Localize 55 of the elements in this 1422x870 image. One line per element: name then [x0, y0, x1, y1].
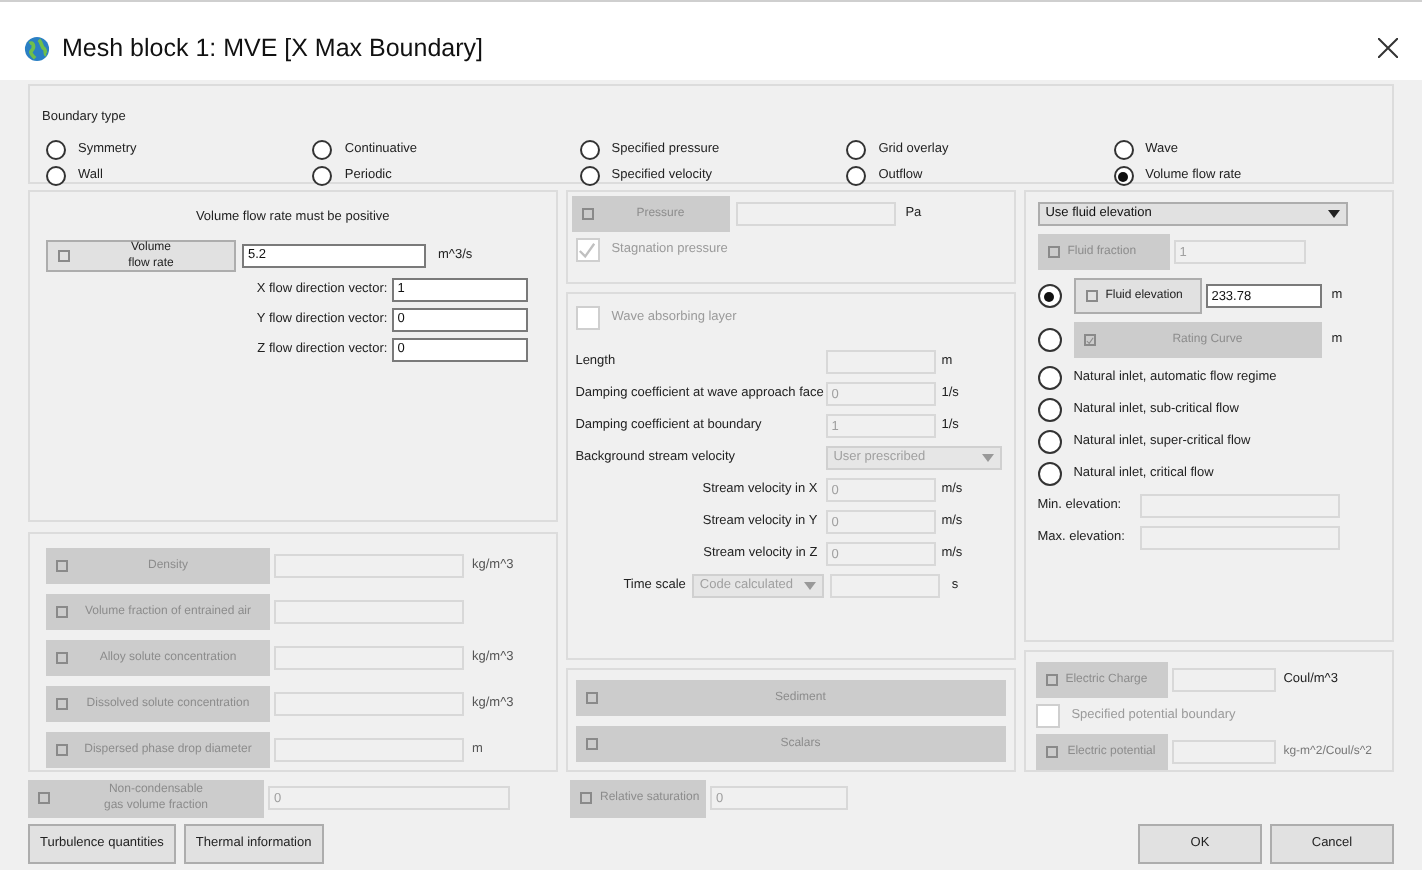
- caret-icon: [803, 582, 816, 590]
- input-field[interactable]: [829, 574, 940, 598]
- radio-button[interactable]: [312, 166, 333, 186]
- radio-button[interactable]: [846, 166, 867, 186]
- checkbox[interactable]: [1045, 746, 1058, 758]
- input-field[interactable]: [274, 600, 464, 624]
- close-icon[interactable]: [1378, 38, 1398, 58]
- input-field[interactable]: [1171, 740, 1276, 764]
- check-icon: [1085, 335, 1094, 345]
- checkbox[interactable]: [585, 692, 598, 704]
- checkbox[interactable]: [581, 208, 594, 220]
- radio-button[interactable]: [46, 166, 66, 186]
- input-field[interactable]: [1139, 526, 1340, 550]
- checkbox[interactable]: [56, 698, 68, 710]
- radio-button[interactable]: [1113, 166, 1134, 186]
- checkbox[interactable]: [56, 744, 68, 756]
- input-field[interactable]: [825, 350, 936, 374]
- radio-button[interactable]: [1037, 398, 1062, 422]
- caret-icon: [981, 454, 994, 462]
- radio-button[interactable]: [312, 140, 333, 160]
- input-field[interactable]: [1139, 494, 1340, 518]
- input-field[interactable]: [274, 692, 464, 716]
- window-title: Mesh block 1: MVE [X Max Boundary]: [62, 31, 484, 66]
- checkbox[interactable]: [56, 606, 68, 618]
- radio-button[interactable]: [1113, 140, 1134, 160]
- input-field[interactable]: [274, 738, 464, 762]
- checkbox[interactable]: [575, 306, 600, 330]
- radio-button[interactable]: [1037, 462, 1062, 486]
- radio-button[interactable]: [1037, 366, 1062, 390]
- checkbox[interactable]: [1047, 246, 1060, 258]
- checkbox[interactable]: [1035, 704, 1060, 728]
- checkbox[interactable]: [56, 652, 68, 664]
- radio-button[interactable]: [1037, 328, 1062, 352]
- radio-button[interactable]: [846, 140, 867, 160]
- checkbox[interactable]: [38, 792, 50, 804]
- check-icon: [578, 241, 597, 259]
- input-field[interactable]: [274, 646, 464, 670]
- checkbox[interactable]: [1045, 674, 1058, 686]
- input-field[interactable]: [274, 554, 464, 578]
- checkbox[interactable]: [58, 249, 70, 262]
- radio-button[interactable]: [46, 140, 66, 160]
- checkbox[interactable]: [585, 738, 598, 750]
- radio-button[interactable]: [579, 140, 600, 160]
- globe-icon: [24, 35, 50, 61]
- checkbox[interactable]: [575, 238, 600, 262]
- radio-button[interactable]: [579, 166, 600, 186]
- checkbox[interactable]: [1083, 334, 1096, 346]
- input-field[interactable]: [1171, 668, 1276, 692]
- checkbox[interactable]: [580, 792, 592, 804]
- checkbox[interactable]: [1085, 290, 1098, 302]
- radio-button[interactable]: [1037, 284, 1062, 308]
- radio-button[interactable]: [1037, 430, 1062, 454]
- caret-icon: [1327, 210, 1340, 218]
- input-field[interactable]: [735, 202, 896, 226]
- checkbox[interactable]: [56, 560, 68, 572]
